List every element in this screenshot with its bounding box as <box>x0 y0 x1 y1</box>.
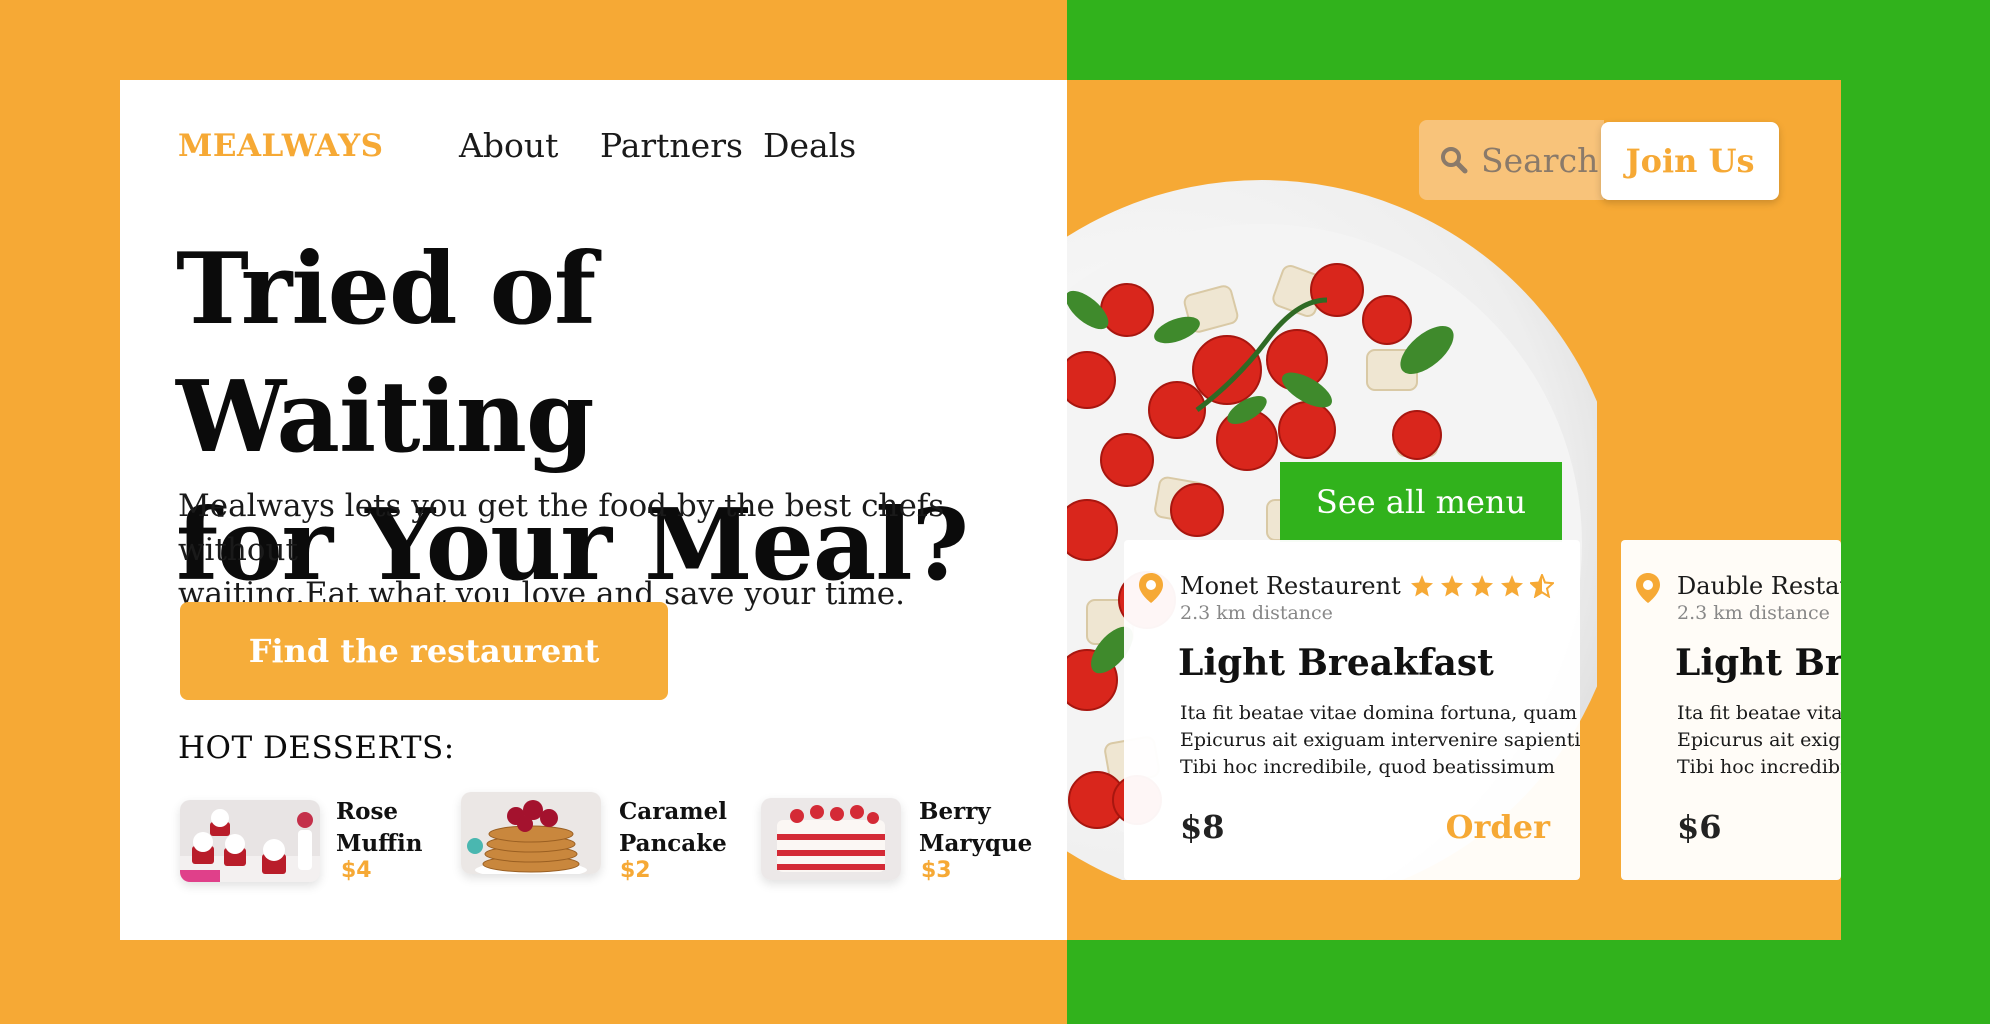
dessert-price: $2 <box>620 858 651 883</box>
dessert-name: Berry Maryque <box>919 796 1039 860</box>
meal-title: Light Breakfast <box>1178 642 1494 684</box>
star-icon <box>1471 575 1493 597</box>
meal-description-line-3: Tibi hoc incredibi <box>1677 756 1841 778</box>
dessert-name-line-2: Muffin <box>336 830 423 857</box>
meal-description-line-1: Ita fit beatae vitae <box>1677 702 1841 724</box>
location-pin-icon <box>1636 573 1660 603</box>
see-all-menu-button[interactable]: See all menu <box>1280 462 1562 542</box>
dessert-name-line-2: Maryque <box>919 830 1033 857</box>
dessert-name-line-1: Rose <box>336 798 399 825</box>
dessert-name-line-2: Pancake <box>619 830 727 857</box>
nav-about[interactable]: About <box>459 126 558 165</box>
nav-deals[interactable]: Deals <box>763 126 856 165</box>
meal-description-line-2: Epicurus ait exiguam intervenire sapient… <box>1180 729 1580 751</box>
star-icon <box>1411 575 1433 597</box>
meal-description: Ita fit beatae vitae domina fortuna, qua… <box>1180 700 1580 781</box>
restaurant-name: Monet Restaurent <box>1180 572 1401 600</box>
hot-desserts-title: HOT DESSERTS: <box>178 730 455 766</box>
meal-price: $8 <box>1180 808 1225 846</box>
restaurant-distance: 2.3 km distance <box>1677 602 1830 624</box>
meal-title: Light Bre <box>1675 642 1841 684</box>
search-field[interactable]: Search <box>1419 120 1604 200</box>
search-label: Search <box>1481 140 1599 180</box>
location-pin-icon <box>1139 573 1163 603</box>
star-icon <box>1501 575 1523 597</box>
caramel-pancake-image <box>461 792 601 874</box>
meal-description-line-1: Ita fit beatae vitae domina fortuna, qua… <box>1180 702 1578 724</box>
meal-description-line-3: Tibi hoc incredibile, quod beatissimum <box>1180 756 1555 778</box>
meal-description: Ita fit beatae vitae Epicurus ait exigu … <box>1677 700 1841 781</box>
dessert-name: Rose Muffin <box>336 796 456 860</box>
brand-logo[interactable]: MEALWAYS <box>178 128 384 164</box>
order-button[interactable]: Order <box>1446 808 1550 846</box>
find-restaurant-button[interactable]: Find the restaurent <box>180 602 668 700</box>
dessert-name: Caramel Pancake <box>619 796 739 860</box>
hero-description: Mealways lets you get the food by the be… <box>178 484 998 616</box>
dessert-name-line-1: Berry <box>919 798 991 825</box>
nav-partners[interactable]: Partners <box>600 126 743 165</box>
restaurant-distance: 2.3 km distance <box>1180 602 1333 624</box>
star-rating <box>1410 574 1554 598</box>
dessert-price: $4 <box>341 858 372 883</box>
meal-description-line-2: Epicurus ait exigu <box>1677 729 1841 751</box>
search-icon <box>1441 147 1468 174</box>
meal-price: $6 <box>1677 808 1722 846</box>
dessert-name-line-1: Caramel <box>619 798 727 825</box>
dessert-price: $3 <box>921 858 952 883</box>
star-half-icon <box>1530 574 1554 598</box>
star-icon <box>1441 575 1463 597</box>
restaurant-name: Dauble Restau <box>1677 572 1841 600</box>
join-us-button[interactable]: Join Us <box>1601 122 1779 200</box>
restaurant-card[interactable]: Monet Restaurent 2.3 km distance Light B… <box>1124 540 1580 880</box>
headline-line-1: Tried of Waiting <box>176 232 596 475</box>
hero-description-line-1: Mealways lets you get the food by the be… <box>178 488 945 568</box>
berry-maryque-image <box>761 798 901 880</box>
rose-muffin-image <box>180 800 320 882</box>
restaurant-card[interactable]: Dauble Restau 2.3 km distance Light Bre … <box>1621 540 1841 880</box>
